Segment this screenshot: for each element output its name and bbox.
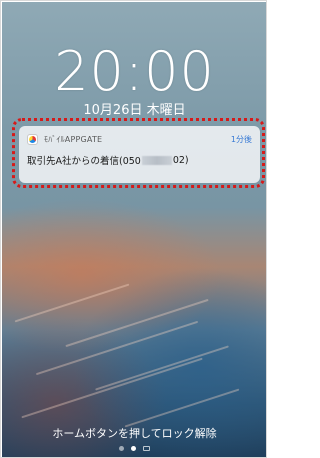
camera-icon <box>143 446 150 451</box>
page-indicator <box>2 446 266 451</box>
page-dot-active <box>131 446 136 451</box>
lockscreen-clock: 20:00 <box>54 40 215 103</box>
lockscreen-wallpaper: 20:00 10月26日 木曜日 ﾓﾊﾞｲﾙAPPGATE 1分後 取引先A社か… <box>2 2 266 457</box>
lockscreen-date: 10月26日 木曜日 <box>83 103 186 118</box>
page-dot <box>119 446 124 451</box>
unlock-hint: ホームボタンを押してロック解除 <box>52 427 217 440</box>
screenshot-frame: 20:00 10月26日 木曜日 ﾓﾊﾞｲﾙAPPGATE 1分後 取引先A社か… <box>0 0 267 458</box>
highlight-outline <box>12 118 265 188</box>
